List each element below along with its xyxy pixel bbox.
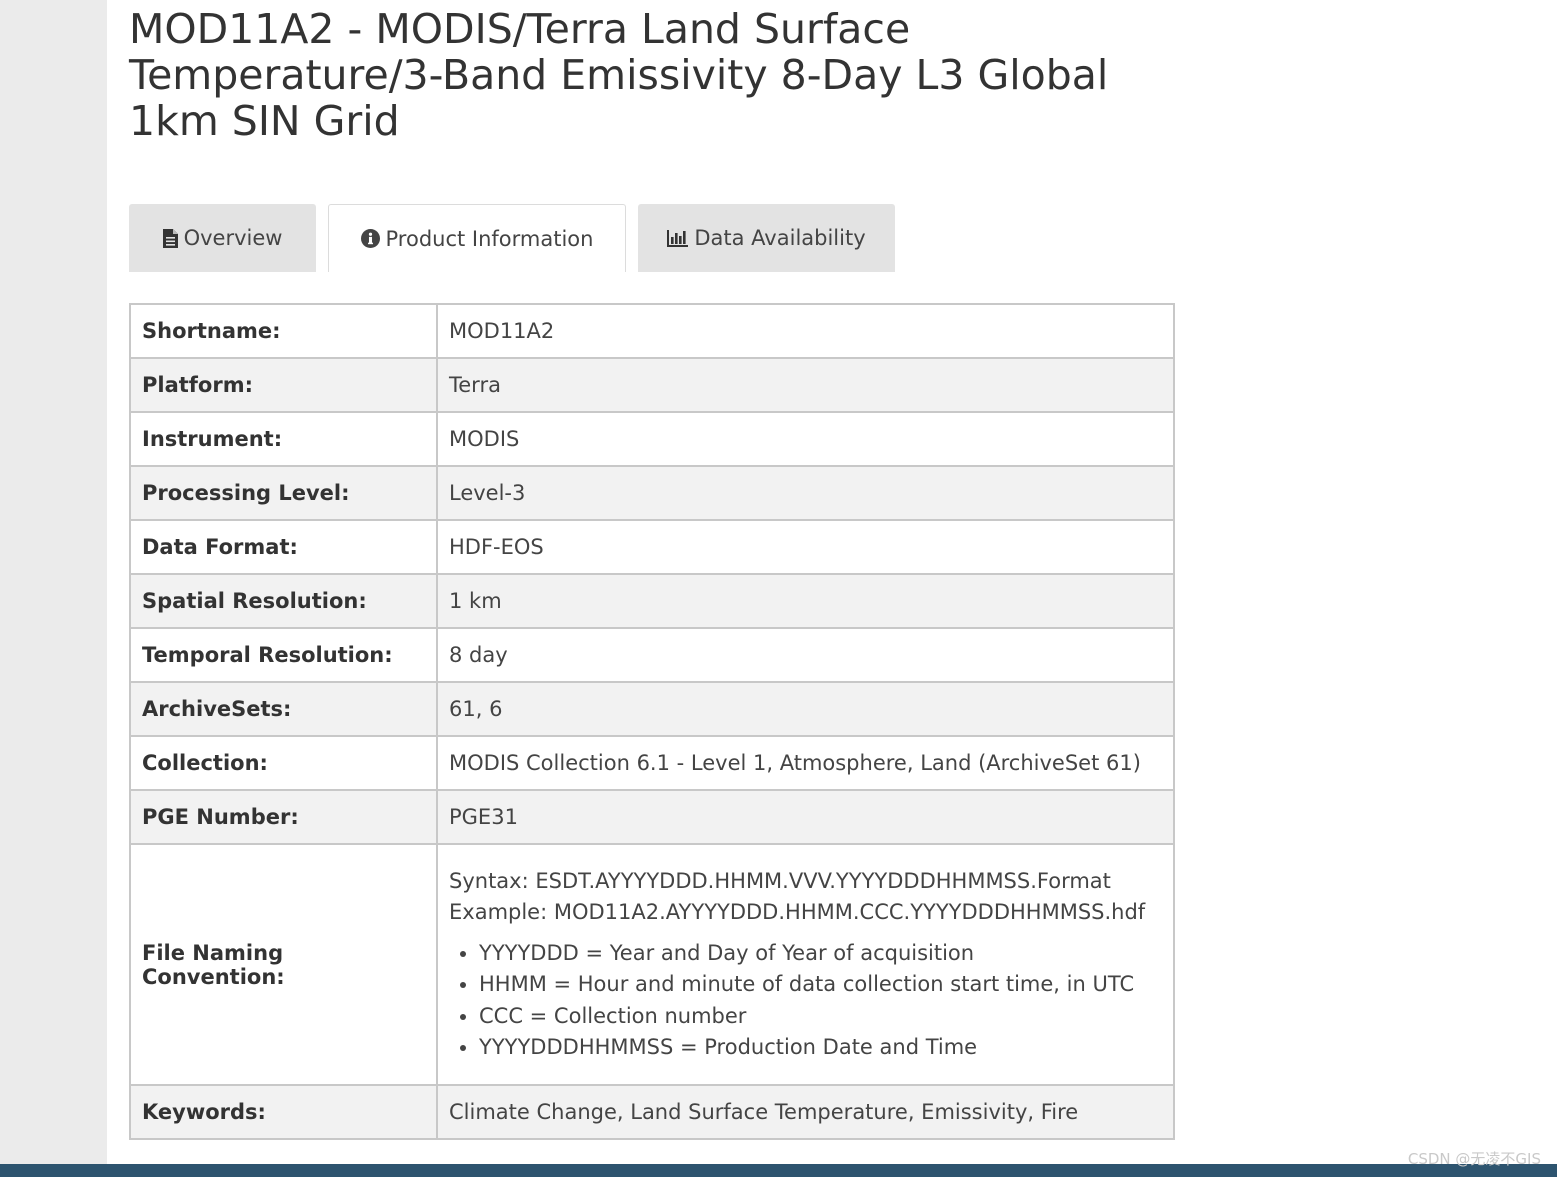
list-item: YYYYDDDHHMMSS = Production Date and Time xyxy=(479,1032,1162,1064)
product-info-table: Shortname: MOD11A2 Platform: Terra Instrum… xyxy=(129,303,1175,1140)
list-item: CCC = Collection number xyxy=(479,1001,1162,1033)
row-key: ArchiveSets: xyxy=(129,681,438,737)
list-item: YYYYDDD = Year and Day of Year of acquis… xyxy=(479,938,1162,970)
table-row: Platform: Terra xyxy=(129,357,1175,413)
row-value: MOD11A2 xyxy=(436,303,1175,359)
table-row: ArchiveSets: 61, 6 xyxy=(129,681,1175,737)
table-row: Instrument: MODIS xyxy=(129,411,1175,467)
table-row: Spatial Resolution: 1 km xyxy=(129,573,1175,629)
row-key: Instrument: xyxy=(129,411,438,467)
row-value: 1 km xyxy=(436,573,1175,629)
row-value: PGE31 xyxy=(436,789,1175,845)
tab-data-availability[interactable]: Data Availability xyxy=(638,204,895,272)
file-naming-example: Example: MOD11A2.AYYYYDDD.HHMM.CCC.YYYYD… xyxy=(449,899,1146,924)
tab-overview[interactable]: Overview xyxy=(129,204,316,272)
table-row: Processing Level: Level-3 xyxy=(129,465,1175,521)
row-key: Temporal Resolution: xyxy=(129,627,438,683)
row-key: Processing Level: xyxy=(129,465,438,521)
table-row: Data Format: HDF-EOS xyxy=(129,519,1175,575)
row-value: MODIS Collection 6.1 - Level 1, Atmosphe… xyxy=(436,735,1175,791)
watermark: CSDN @无凌不GIS xyxy=(1407,1150,1541,1168)
footer-bar xyxy=(0,1164,1557,1177)
row-value: HDF-EOS xyxy=(436,519,1175,575)
row-value: Terra xyxy=(436,357,1175,413)
left-gutter xyxy=(0,0,107,1164)
file-naming-syntax: Syntax: ESDT.AYYYYDDD.HHMM.VVV.YYYYDDDHH… xyxy=(449,868,1111,893)
row-key: Keywords: xyxy=(129,1084,438,1140)
row-value: Syntax: ESDT.AYYYYDDD.HHMM.VVV.YYYYDDDHH… xyxy=(436,843,1175,1086)
row-value: Climate Change, Land Surface Temperature… xyxy=(436,1084,1175,1140)
row-value: MODIS xyxy=(436,411,1175,467)
row-key: Platform: xyxy=(129,357,438,413)
row-value: Level-3 xyxy=(436,465,1175,521)
file-icon xyxy=(162,228,178,248)
row-key: Data Format: xyxy=(129,519,438,575)
tab-product-information-label: Product Information xyxy=(385,226,594,251)
list-item: HHMM = Hour and minute of data collectio… xyxy=(479,969,1162,1001)
page-title: MOD11A2 - MODIS/Terra Land Surface Tempe… xyxy=(129,5,1109,145)
table-row: PGE Number: PGE31 xyxy=(129,789,1175,845)
tab-data-availability-label: Data Availability xyxy=(694,226,866,250)
tab-product-information[interactable]: Product Information xyxy=(328,204,626,272)
info-circle-icon xyxy=(360,229,380,248)
row-key: Collection: xyxy=(129,735,438,791)
row-value: 8 day xyxy=(436,627,1175,683)
file-naming-row: File Naming Convention: Syntax: ESDT.AYY… xyxy=(129,843,1175,1086)
tab-overview-label: Overview xyxy=(183,226,283,250)
bar-chart-icon xyxy=(667,229,689,247)
table-row: Shortname: MOD11A2 xyxy=(129,303,1175,359)
row-key: Shortname: xyxy=(129,303,438,359)
row-key: File Naming Convention: xyxy=(129,843,438,1086)
row-value: 61, 6 xyxy=(436,681,1175,737)
row-key: Spatial Resolution: xyxy=(129,573,438,629)
file-naming-list: YYYYDDD = Year and Day of Year of acquis… xyxy=(449,938,1162,1064)
row-key: PGE Number: xyxy=(129,789,438,845)
table-row: Temporal Resolution: 8 day xyxy=(129,627,1175,683)
table-row: Keywords: Climate Change, Land Surface Te… xyxy=(129,1084,1175,1140)
table-row: Collection: MODIS Collection 6.1 - Level … xyxy=(129,735,1175,791)
